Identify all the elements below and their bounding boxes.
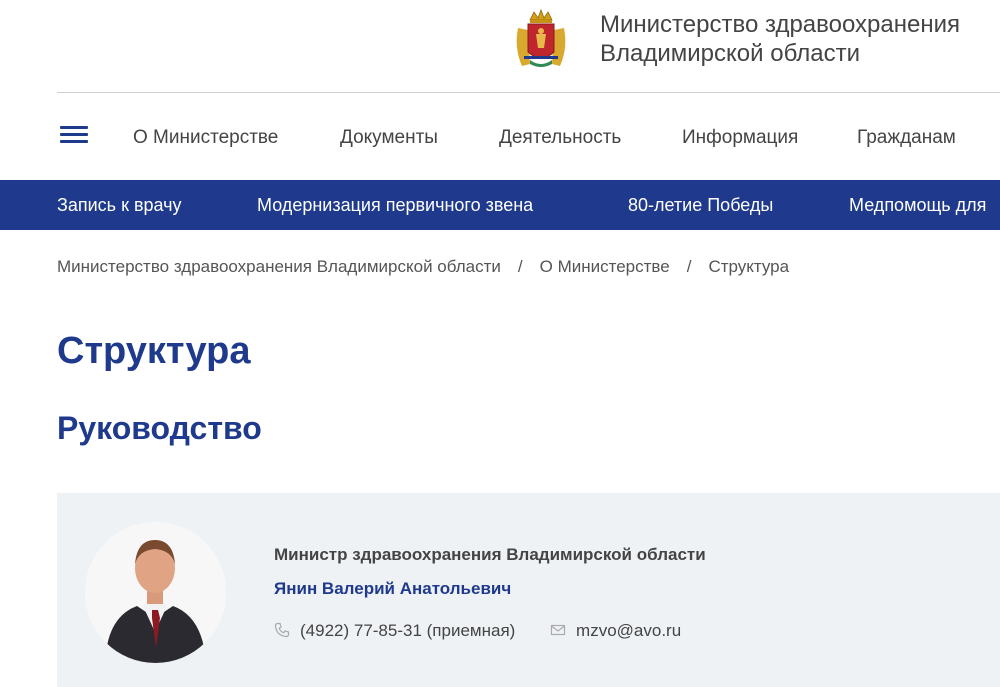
breadcrumb-separator: / xyxy=(686,257,692,276)
quick-link-victory-80[interactable]: 80-летие Победы xyxy=(628,195,773,216)
quick-link-medical-help[interactable]: Медпомощь для xyxy=(849,195,986,216)
phone-number[interactable]: (4922) 77-85-31 (приемная) xyxy=(300,621,515,640)
header-divider xyxy=(57,92,1000,93)
envelope-icon xyxy=(550,622,566,638)
org-name-line2: Владимирской области xyxy=(600,40,860,67)
quick-links-bar: Запись к врачу Модернизация первичного з… xyxy=(0,180,1000,230)
quick-link-modernization[interactable]: Модернизация первичного звена xyxy=(257,195,533,216)
breadcrumb-item-ministry[interactable]: Министерство здравоохранения Владимирско… xyxy=(57,257,501,276)
quick-link-doctor-appointment[interactable]: Запись к врачу xyxy=(57,195,182,216)
nav-item-citizens[interactable]: Гражданам xyxy=(857,127,956,149)
email-link[interactable]: mzvo@avo.ru xyxy=(576,621,681,640)
org-name-line1: Министерство здравоохранения xyxy=(600,11,960,38)
section-title: Руководство xyxy=(57,410,262,446)
person-card: Министр здравоохранения Владимирской обл… xyxy=(57,493,1000,687)
person-name[interactable]: Янин Валерий Анатольевич xyxy=(274,579,511,599)
site-header: Министерство здравоохранения Владимирско… xyxy=(0,0,1000,93)
nav-item-documents[interactable]: Документы xyxy=(340,127,438,149)
breadcrumb-item-current: Структура xyxy=(708,257,790,276)
hamburger-menu-icon[interactable] xyxy=(60,123,90,145)
phone-icon xyxy=(274,622,290,638)
main-nav: О Министерстве Документы Деятельность Ин… xyxy=(57,118,1000,158)
person-role: Министр здравоохранения Владимирской обл… xyxy=(274,545,706,564)
nav-item-activity[interactable]: Деятельность xyxy=(499,127,621,149)
org-name[interactable]: Министерство здравоохранения Владимирско… xyxy=(600,10,995,68)
coat-of-arms-icon[interactable] xyxy=(510,8,572,70)
contact-row: (4922) 77-85-31 (приемная) mzvo@avo.ru xyxy=(274,621,681,641)
nav-item-about[interactable]: О Министерстве xyxy=(133,127,278,149)
page-title: Структура xyxy=(57,330,251,372)
breadcrumb: Министерство здравоохранения Владимирско… xyxy=(57,257,789,277)
nav-item-information[interactable]: Информация xyxy=(682,127,798,149)
avatar xyxy=(85,522,226,663)
breadcrumb-separator: / xyxy=(517,257,523,276)
breadcrumb-item-about[interactable]: О Министерстве xyxy=(540,257,670,276)
